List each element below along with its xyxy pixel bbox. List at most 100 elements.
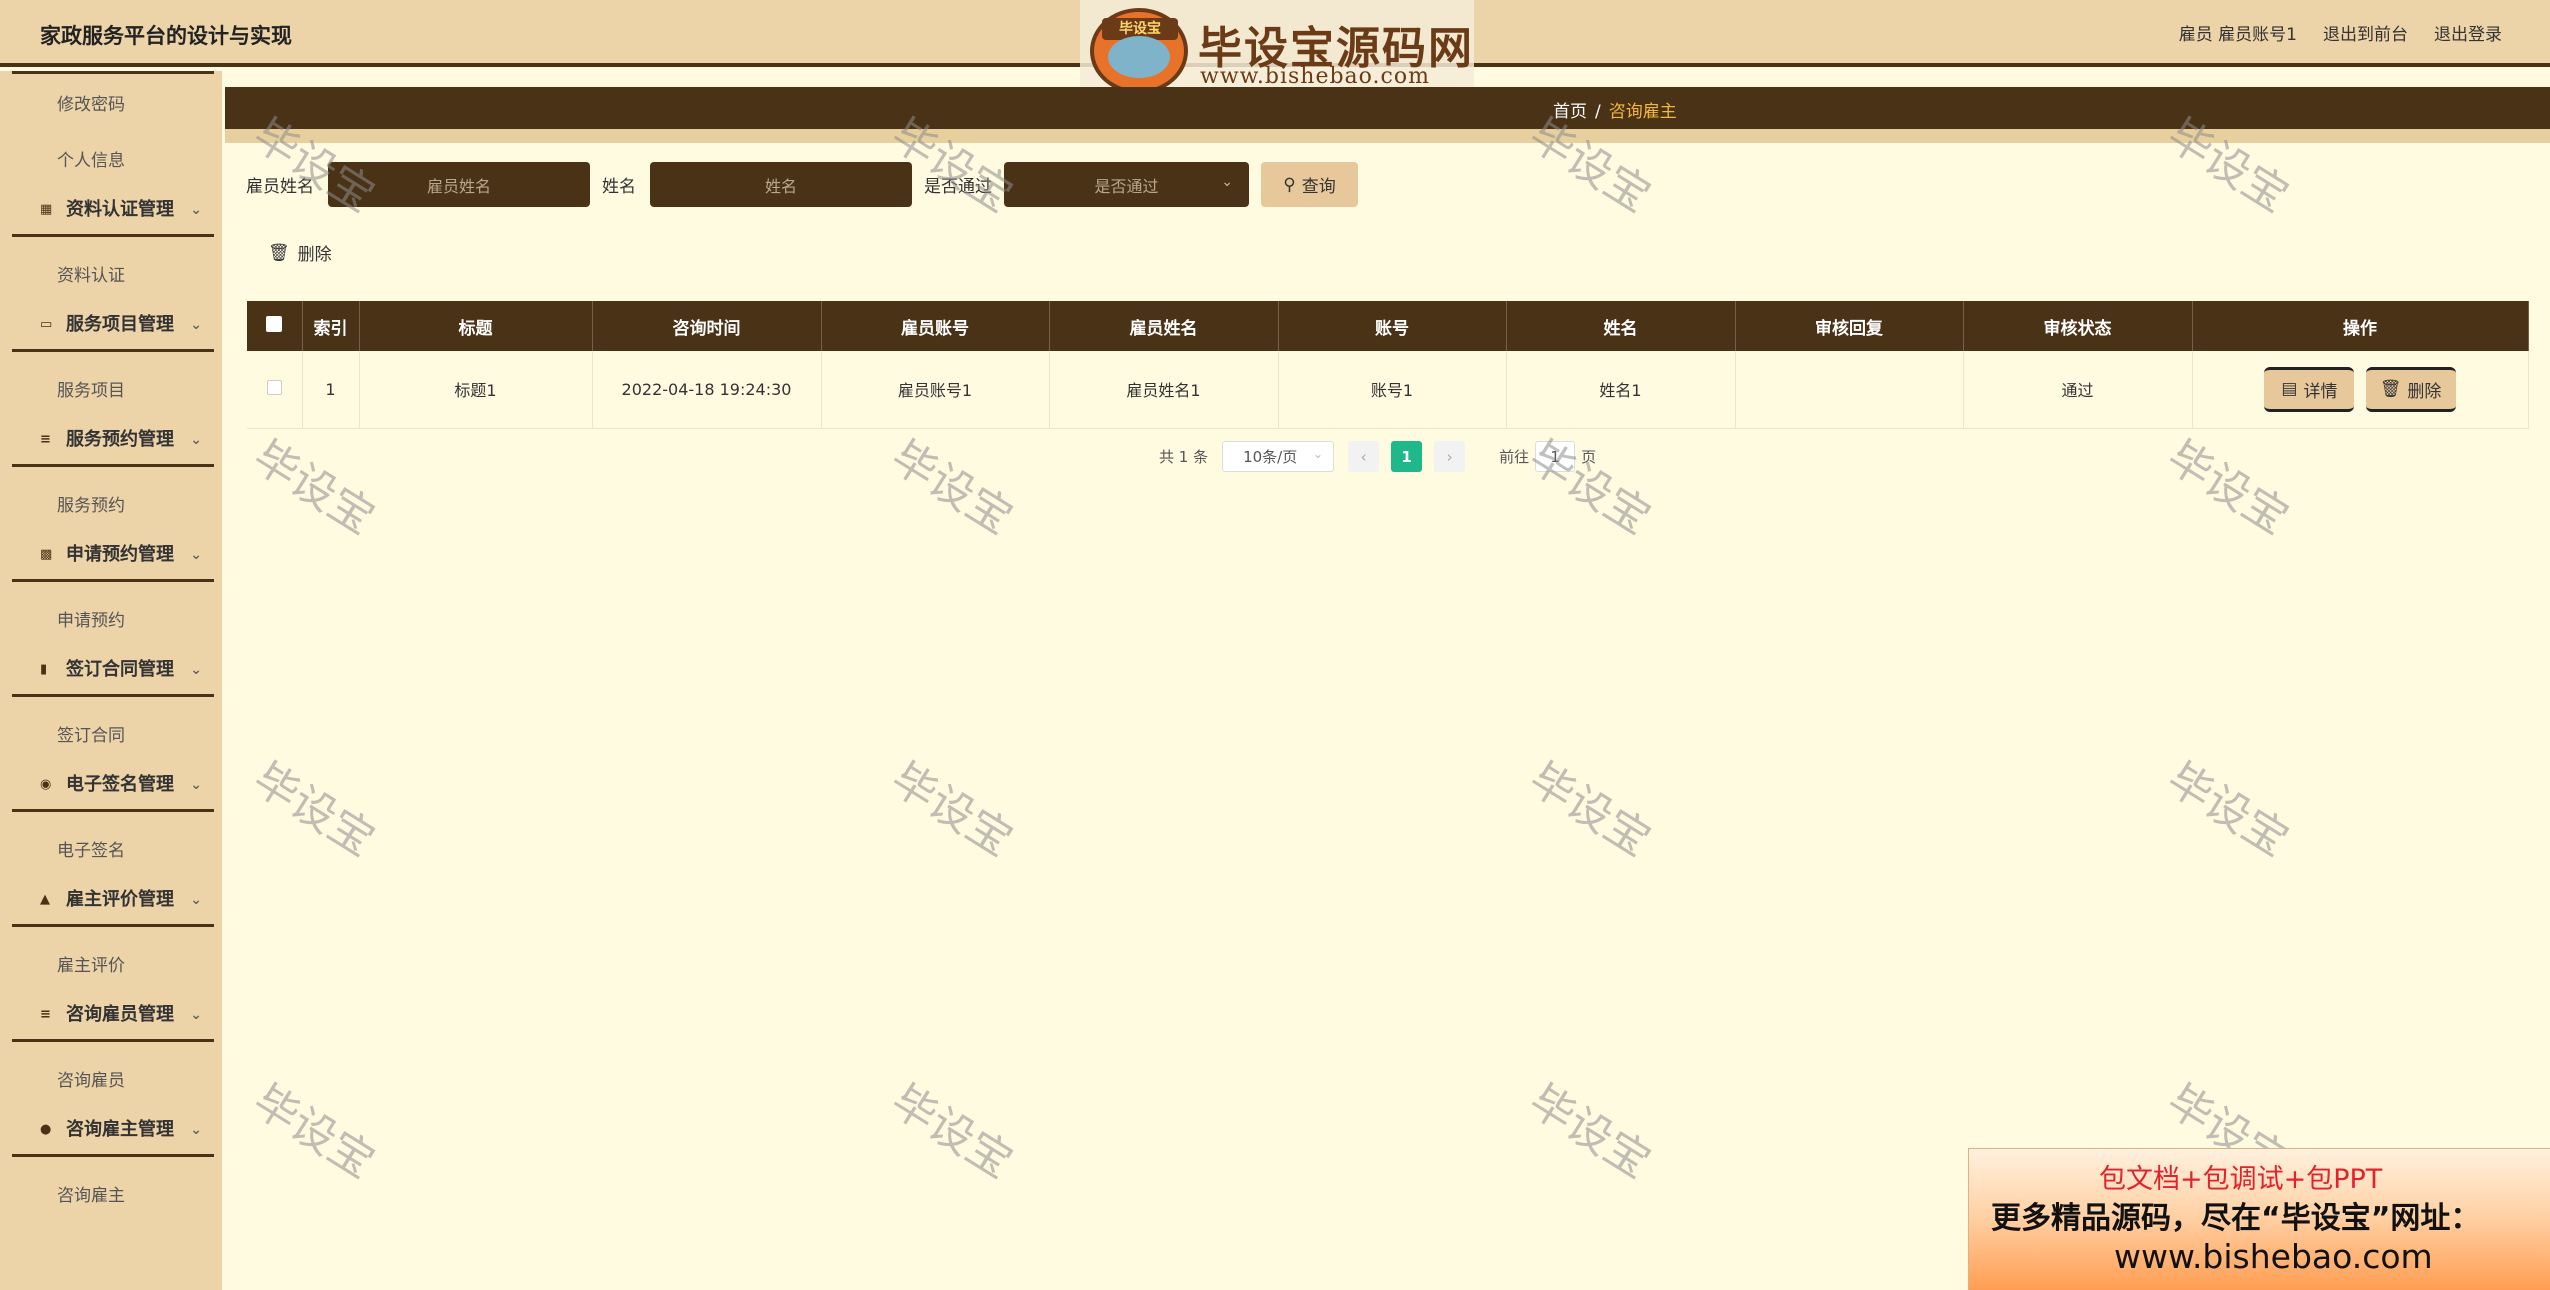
watermark-text: 毕设宝 <box>882 753 1022 867</box>
select-all-checkbox[interactable] <box>247 301 303 351</box>
column-header: 姓名 <box>1506 301 1736 351</box>
sidebar-subitem[interactable]: 申请预约 <box>0 601 222 641</box>
cell-title: 标题1 <box>359 351 593 429</box>
promo-url: www.bishebao.com <box>2114 1237 2433 1276</box>
thumb-up-icon: ▲ <box>40 892 50 907</box>
detail-button-label: 详情 <box>2303 381 2338 402</box>
prev-page-button[interactable]: ‹ <box>1348 441 1380 472</box>
sidebar-group[interactable]: ● 咨询雇主管理 ⌄ <box>12 1103 214 1157</box>
chevron-down-icon: ⌄ <box>190 1007 202 1023</box>
promo-line-2: 更多精品源码，尽在“毕设宝”网址： <box>1991 1201 2481 1236</box>
sidebar-subitem[interactable]: 咨询雇员 <box>0 1061 222 1101</box>
sidebar-subitem[interactable]: 电子签名 <box>0 831 222 871</box>
sidebar-group[interactable]: ≡ 服务预约管理 ⌄ <box>12 413 214 467</box>
watermark-text: 毕设宝 <box>244 431 384 545</box>
employee-name-label: 雇员姓名 <box>246 177 314 197</box>
column-header: 雇员姓名 <box>1049 301 1279 351</box>
pagination: 共 1 条 10条/页 ⌄ ‹ 1 › 前往 1 页 <box>1159 441 1596 472</box>
employee-name-input[interactable]: 雇员姓名 <box>328 162 590 207</box>
goto-prefix: 前往 <box>1499 448 1530 466</box>
next-page-button[interactable]: › <box>1434 441 1466 472</box>
cell-name: 姓名1 <box>1506 351 1736 429</box>
cell-account: 账号1 <box>1278 351 1507 429</box>
chevron-left-icon: ‹ <box>1360 447 1367 466</box>
chevron-down-icon: ⌄ <box>1313 447 1324 461</box>
sidebar-subitem[interactable]: 服务项目 <box>0 371 222 411</box>
balloon-icon: ◉ <box>40 777 52 792</box>
document-icon: ▤ <box>2281 379 2298 400</box>
column-header: 账号 <box>1278 301 1507 351</box>
row-delete-label: 删除 <box>2407 381 2442 402</box>
sidebar-subitem[interactable]: 签订合同 <box>0 716 222 756</box>
exit-to-front-link[interactable]: 退出到前台 <box>2323 20 2408 45</box>
breadcrumb: 首页 / 咨询雇主 <box>1553 97 1677 122</box>
sidebar-group[interactable]: ▲ 雇主评价管理 ⌄ <box>12 873 214 927</box>
chevron-down-icon: ⌄ <box>190 777 202 793</box>
logout-link[interactable]: 退出登录 <box>2434 20 2502 45</box>
cell-actions: ▤ 详情 🗑 删除 <box>2192 351 2529 429</box>
passed-label: 是否通过 <box>924 177 992 197</box>
sliders-icon: ≡ <box>40 432 51 447</box>
table-header-row: 索引 标题 咨询时间 雇员账号 雇员姓名 账号 姓名 审核回复 审核状态 操作 <box>247 301 2529 351</box>
cell-employee-account: 雇员账号1 <box>821 351 1050 429</box>
cell-reply <box>1735 351 1964 429</box>
page-size-value: 10条/页 <box>1243 448 1298 466</box>
page-number-current[interactable]: 1 <box>1391 441 1423 472</box>
row-delete-button[interactable]: 🗑 删除 <box>2365 366 2456 412</box>
column-header: 雇员账号 <box>821 301 1050 351</box>
wallet-icon: ▭ <box>40 317 53 332</box>
sidebar-group-label: 电子签名管理 <box>66 774 174 795</box>
cell-time: 2022-04-18 19:24:30 <box>592 351 822 429</box>
promo-line-1: 包文档+包调试+包PPT <box>2099 1164 2383 1195</box>
list-icon: ≡ <box>40 1007 51 1022</box>
sidebar-group-label: 服务预约管理 <box>66 429 174 450</box>
brand-medal-icon: 毕设宝 <box>1090 8 1188 94</box>
sidebar-subitem[interactable]: 修改密码 <box>0 85 222 125</box>
query-button-label: 查询 <box>1301 177 1336 197</box>
goto-page-input[interactable]: 1 <box>1535 441 1576 472</box>
column-header: 审核状态 <box>1963 301 2193 351</box>
chevron-down-icon: ⌄ <box>190 892 202 908</box>
id-card-icon: ▦ <box>40 202 53 217</box>
data-table: 索引 标题 咨询时间 雇员账号 雇员姓名 账号 姓名 审核回复 审核状态 操作 … <box>247 301 2529 429</box>
chevron-down-icon: ⌄ <box>190 432 202 448</box>
sidebar-group-label: 咨询雇主管理 <box>66 1119 174 1140</box>
pagination-total: 共 1 条 <box>1159 448 1209 466</box>
name-input[interactable]: 姓名 <box>650 162 912 207</box>
query-button[interactable]: ⚲ 查询 <box>1261 162 1358 207</box>
sidebar-subitem[interactable]: 个人信息 <box>0 141 222 181</box>
trash-icon: 🗑 <box>268 242 290 263</box>
row-checkbox[interactable] <box>247 351 303 429</box>
passed-select[interactable]: 是否通过 ⌄ <box>1004 162 1249 207</box>
cell-employee-name: 雇员姓名1 <box>1049 351 1279 429</box>
sidebar-group[interactable]: ▮ 签订合同管理 ⌄ <box>12 643 214 697</box>
promo-banner[interactable]: 包文档+包调试+包PPT 更多精品源码，尽在“毕设宝”网址： www.bishe… <box>1968 1148 2550 1290</box>
trash-icon: 🗑 <box>2379 379 2402 400</box>
sidebar-subitem[interactable]: 雇主评价 <box>0 946 222 986</box>
brand-url: www.bishebao.com <box>1200 64 1430 89</box>
breadcrumb-bar: 首页 / 咨询雇主 <box>225 87 2550 143</box>
watermark-text: 毕设宝 <box>2158 753 2298 867</box>
breadcrumb-home[interactable]: 首页 <box>1553 102 1587 122</box>
detail-button[interactable]: ▤ 详情 <box>2264 366 2355 412</box>
passed-select-placeholder: 是否通过 <box>1094 176 1159 196</box>
sidebar-group[interactable]: ▩ 申请预约管理 ⌄ <box>12 528 214 582</box>
page-size-select[interactable]: 10条/页 ⌄ <box>1222 441 1335 472</box>
chevron-down-icon: ⌄ <box>190 547 202 563</box>
sidebar-group-label: 签订合同管理 <box>66 659 174 680</box>
chevron-down-icon: ⌄ <box>190 202 202 218</box>
sidebar-subitem[interactable]: 咨询雇主 <box>0 1176 222 1216</box>
sidebar-subitem[interactable]: 资料认证 <box>0 256 222 296</box>
watermark-text: 毕设宝 <box>1520 1075 1660 1189</box>
chevron-down-icon: ⌄ <box>1221 174 1233 190</box>
sidebar-group[interactable]: ◉ 电子签名管理 ⌄ <box>12 758 214 812</box>
sidebar-group[interactable]: ▦ 资料认证管理 ⌄ <box>12 183 214 237</box>
sidebar-group-label: 资料认证管理 <box>66 199 174 220</box>
column-header: 标题 <box>359 301 593 351</box>
sidebar-subitem[interactable]: 服务预约 <box>0 486 222 526</box>
sidebar-group[interactable]: ▭ 服务项目管理 ⌄ <box>12 298 214 352</box>
sidebar-group[interactable]: ≡ 咨询雇员管理 ⌄ <box>12 988 214 1042</box>
batch-delete-button[interactable]: 🗑 删除 <box>268 240 332 266</box>
sidebar-group-label: 申请预约管理 <box>66 544 174 565</box>
watermark-text: 毕设宝 <box>882 431 1022 545</box>
